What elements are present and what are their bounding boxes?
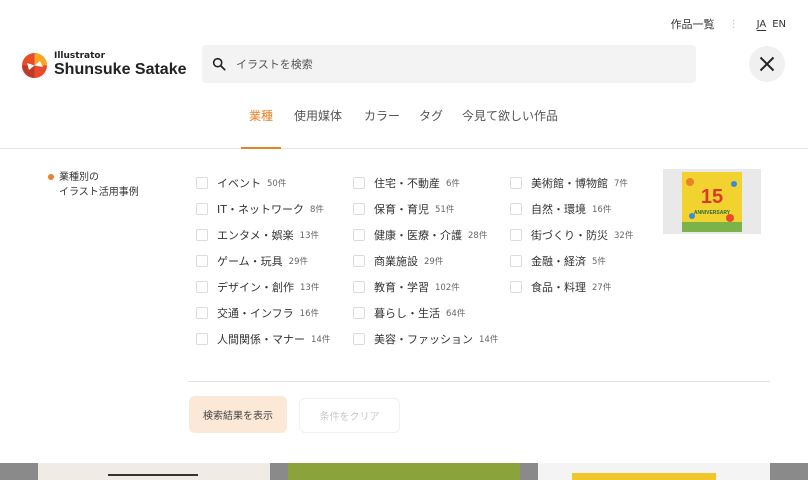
checkbox[interactable] — [196, 333, 208, 345]
category-column-1: イベント 50件 IT・ネットワーク 8件 エンタメ・娯楽 13件 ゲーム・玩具 29件… — [196, 170, 330, 352]
close-button[interactable] — [749, 46, 785, 82]
category-item[interactable]: イベント 50件 — [196, 170, 330, 196]
category-heading-line2: イラスト活用事例 — [59, 187, 139, 198]
logo-title: Shunsuke Satake — [54, 61, 187, 78]
works-list-link[interactable]: 作品一覧 — [671, 16, 715, 32]
category-item[interactable]: 美術館・博物館 7件 — [510, 170, 633, 196]
category-column-3: 美術館・博物館 7件 自然・環境 16件 街づくり・防災 32件 金融・経済 5件 食品… — [510, 170, 633, 300]
category-item[interactable]: IT・ネットワーク 8件 — [196, 196, 330, 222]
tab-color[interactable]: カラー — [364, 106, 400, 148]
category-column-2: 住宅・不動産 6件 保育・育児 51件 健康・医療・介護 28件 商業施設 29件 教育… — [353, 170, 498, 352]
tab-featured[interactable]: 今見て欲しい作品 — [462, 106, 558, 148]
category-item[interactable]: 交通・インフラ 16件 — [196, 300, 330, 326]
close-icon — [759, 56, 775, 72]
lang-en-link[interactable]: EN — [772, 19, 786, 30]
checkbox[interactable] — [510, 229, 522, 241]
tab-media[interactable]: 使用媒体 — [294, 106, 342, 148]
checkbox[interactable] — [353, 229, 365, 241]
category-item[interactable]: 住宅・不動産 6件 — [353, 170, 498, 196]
search-bar[interactable] — [202, 45, 696, 83]
checkbox[interactable] — [510, 177, 522, 189]
category-item[interactable]: 人間関係・マナー 14件 — [196, 326, 330, 352]
category-item[interactable]: 美容・ファッション 14件 — [353, 326, 498, 352]
category-item[interactable]: 暮らし・生活 64件 — [353, 300, 498, 326]
site-logo[interactable]: Illustrator Shunsuke Satake — [22, 51, 187, 79]
clear-conditions-button[interactable]: 条件をクリア — [299, 398, 400, 433]
category-item[interactable]: 教育・学習 102件 — [353, 274, 498, 300]
search-input[interactable] — [236, 57, 656, 71]
checkbox[interactable] — [196, 255, 208, 267]
gallery-card[interactable] — [38, 463, 270, 480]
svg-text:15: 15 — [701, 186, 723, 208]
nav-separator: ⋮ — [728, 18, 739, 30]
checkbox[interactable] — [510, 255, 522, 267]
category-item[interactable]: エンタメ・娯楽 13件 — [196, 222, 330, 248]
checkbox[interactable] — [510, 281, 522, 293]
tab-industry[interactable]: 業種 — [240, 106, 282, 149]
category-item[interactable]: 自然・環境 16件 — [510, 196, 633, 222]
checkbox[interactable] — [196, 307, 208, 319]
category-item[interactable]: 食品・料理 27件 — [510, 274, 633, 300]
checkbox[interactable] — [196, 177, 208, 189]
category-item[interactable]: ゲーム・玩具 29件 — [196, 248, 330, 274]
anniversary-illustration: 15 ANNIVERSARY — [682, 171, 742, 232]
show-results-button[interactable]: 検索結果を表示 — [189, 396, 287, 433]
checkbox[interactable] — [196, 203, 208, 215]
logo-mark-icon — [22, 52, 47, 78]
checkbox[interactable] — [353, 333, 365, 345]
category-item[interactable]: 健康・医療・介護 28件 — [353, 222, 498, 248]
checkbox[interactable] — [353, 281, 365, 293]
gallery-card[interactable] — [538, 463, 770, 480]
lang-ja-link[interactable]: JA — [757, 19, 767, 30]
category-item[interactable]: デザイン・創作 13件 — [196, 274, 330, 300]
checkbox[interactable] — [353, 203, 365, 215]
tab-tag[interactable]: タグ — [419, 106, 443, 148]
gallery-card[interactable] — [288, 463, 520, 480]
category-heading-line1: 業種別の — [59, 172, 99, 183]
checkbox[interactable] — [353, 177, 365, 189]
category-item[interactable]: 街づくり・防災 32件 — [510, 222, 633, 248]
logo-subtitle: Illustrator — [54, 51, 106, 61]
checkbox[interactable] — [196, 229, 208, 241]
checkbox[interactable] — [353, 307, 365, 319]
svg-text:ANNIVERSARY: ANNIVERSARY — [694, 210, 731, 216]
featured-thumbnail[interactable]: 15 ANNIVERSARY — [663, 169, 761, 234]
checkbox[interactable] — [510, 203, 522, 215]
bullet-dot — [48, 174, 54, 180]
category-item[interactable]: 金融・経済 5件 — [510, 248, 633, 274]
category-heading: 業種別の イラスト活用事例 — [48, 170, 139, 200]
search-icon — [212, 57, 226, 71]
checkbox[interactable] — [196, 281, 208, 293]
category-item[interactable]: 商業施設 29件 — [353, 248, 498, 274]
divider — [188, 381, 770, 382]
category-item[interactable]: 保育・育児 51件 — [353, 196, 498, 222]
filter-tabs: 業種 使用媒体 カラー タグ 今見て欲しい作品 — [0, 106, 808, 149]
gallery-strip — [0, 463, 808, 480]
top-nav: 作品一覧 ⋮ JA EN — [671, 16, 786, 32]
checkbox[interactable] — [353, 255, 365, 267]
